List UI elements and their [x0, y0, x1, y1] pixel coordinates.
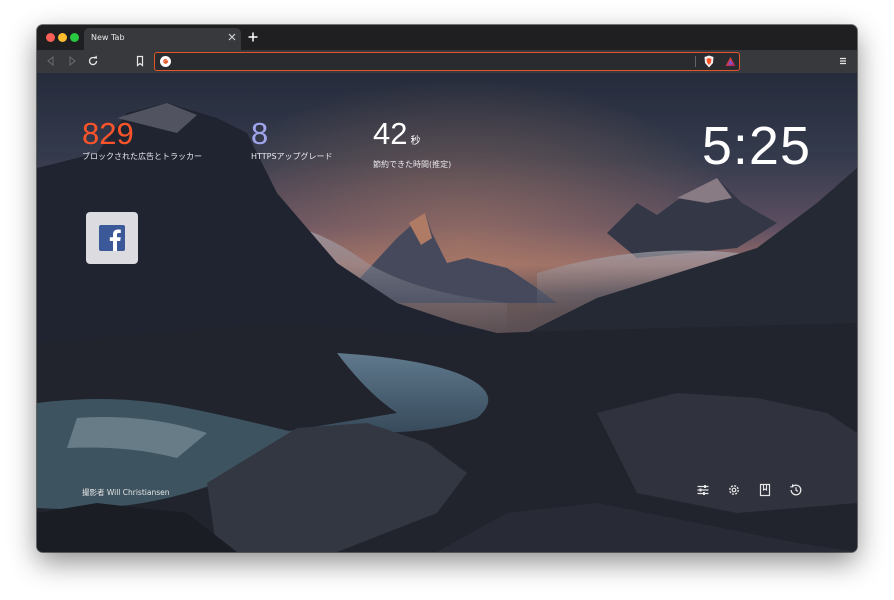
tab-bar: New Tab [37, 25, 857, 50]
menu-icon[interactable] [838, 56, 848, 66]
facebook-icon [99, 225, 125, 251]
tab-title: New Tab [91, 33, 125, 42]
back-button[interactable] [45, 55, 57, 67]
reload-button[interactable] [87, 55, 99, 67]
bookmarks-icon[interactable] [758, 483, 772, 497]
close-icon[interactable] [227, 32, 237, 42]
stat-ads-blocked: 829 ブロックされた広告とトラッカー [82, 118, 202, 162]
clock: 5:25 [701, 116, 811, 176]
url-input[interactable] [175, 54, 685, 68]
zoom-window-button[interactable] [70, 33, 79, 42]
https-upgrades-count: 8 [251, 116, 269, 151]
time-saved-value: 42 秒 [373, 118, 451, 157]
forward-button[interactable] [66, 55, 78, 67]
google-icon [160, 56, 171, 67]
tab-new-tab[interactable]: New Tab [84, 28, 241, 50]
ads-blocked-count: 829 [82, 116, 134, 151]
time-saved-label: 節約できた時間(推定) [373, 160, 452, 169]
new-tab-page: 829 ブロックされた広告とトラッカー 8 HTTPSアップグレード 42 秒 節… [37, 73, 857, 552]
stat-https-upgrades: 8 HTTPSアップグレード [251, 118, 333, 162]
brave-rewards-icon[interactable] [725, 56, 736, 67]
customize-icon[interactable] [696, 483, 710, 497]
settings-icon[interactable] [727, 483, 741, 497]
new-tab-button[interactable] [247, 31, 259, 43]
minimize-window-button[interactable] [58, 33, 67, 42]
ads-blocked-label: ブロックされた広告とトラッカー [82, 152, 202, 161]
brave-shields-icon[interactable] [703, 55, 715, 68]
close-window-button[interactable] [46, 33, 55, 42]
bookmark-button[interactable] [134, 55, 146, 67]
https-upgrades-label: HTTPSアップグレード [251, 152, 333, 161]
photo-credit[interactable]: 撮影者 Will Christiansen [82, 487, 169, 498]
time-saved-unit: 秒 [410, 136, 421, 147]
history-icon[interactable] [789, 483, 803, 497]
url-divider [695, 56, 696, 67]
toolbar [37, 50, 857, 73]
top-site-facebook[interactable] [86, 212, 138, 264]
address-bar[interactable] [154, 52, 740, 71]
browser-window: New Tab 829 ブロックされた広告とトラッカー 8 HTTPSアップグレ… [37, 25, 857, 552]
stat-time-saved: 42 秒 節約できた時間(推定) [373, 118, 451, 170]
time-saved-number: 42 [373, 116, 408, 151]
